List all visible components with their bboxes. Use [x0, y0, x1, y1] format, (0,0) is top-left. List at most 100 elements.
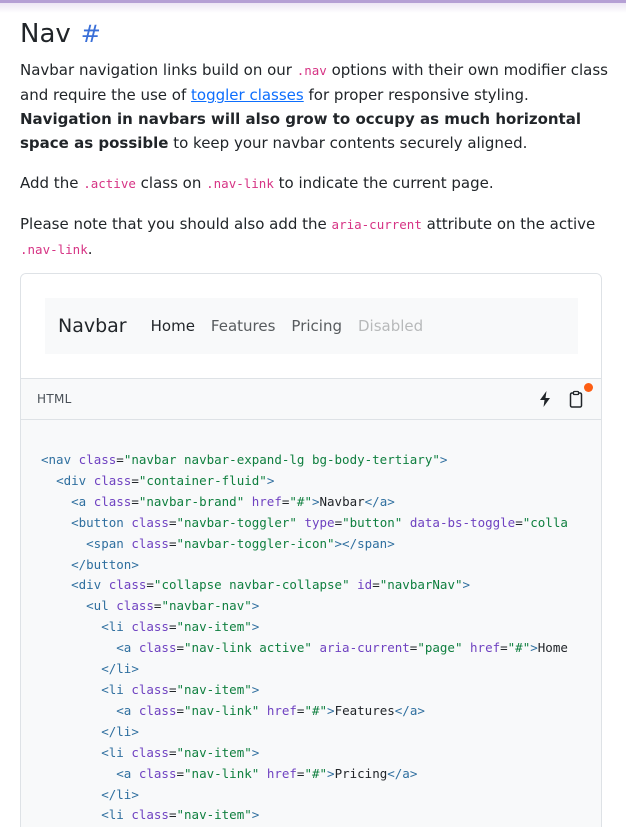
- code-token: >: [251, 619, 260, 635]
- code-token: "#": [507, 640, 531, 656]
- code-token: >: [462, 577, 471, 593]
- code-token: Pricing: [334, 765, 388, 781]
- nav-link-features[interactable]: Features: [211, 317, 276, 335]
- code-line: <a class="navbar-brand" href="#">Navbar<…: [41, 492, 601, 513]
- text-segment: to keep your navbar contents securely al…: [168, 134, 528, 152]
- clipboard-icon: [569, 390, 583, 408]
- code-token: =: [168, 807, 177, 823]
- code-token: class: [131, 535, 169, 551]
- section-heading: Nav #: [20, 16, 610, 52]
- code-token: type: [304, 514, 335, 530]
- code-token: =: [168, 681, 177, 697]
- code-token: "collapse navbar-collapse": [153, 577, 350, 593]
- code-token: <ul: [86, 598, 117, 614]
- text-segment: to indicate the current page.: [273, 174, 494, 192]
- code-line: <nav class="navbar navbar-expand-lg bg-b…: [41, 450, 601, 471]
- code-token: </li>: [101, 661, 139, 677]
- code-line: <a class="nav-link" href="#">Features</a…: [41, 701, 601, 722]
- code-token: </li>: [101, 786, 139, 802]
- code-token: Home: [537, 640, 568, 656]
- code-line: <a class="nav-link" href="#">Pricing</a>: [41, 764, 601, 785]
- code-token: class: [108, 577, 147, 593]
- code-token: =: [176, 640, 185, 656]
- code-token: =: [176, 765, 185, 781]
- code-token: "colla: [522, 514, 568, 530]
- code-token: <a: [116, 640, 139, 656]
- code-token: "nav-link": [184, 702, 260, 718]
- code-token: class: [93, 472, 132, 488]
- toggler-classes-link[interactable]: toggler classes: [191, 86, 304, 104]
- code-line: <span class="navbar-toggler-icon"></span…: [41, 534, 601, 555]
- text-segment: Add the: [20, 174, 84, 192]
- code-line: </li>: [41, 659, 601, 680]
- code-token: =: [131, 472, 139, 488]
- top-shadow: [0, 3, 626, 13]
- code-token: >: [327, 702, 335, 718]
- code-token: <a: [116, 702, 139, 718]
- text-segment: Navbar navigation links build on our: [20, 61, 297, 79]
- code-token: >: [251, 807, 260, 823]
- intro-paragraph: Navbar navigation links build on our .na…: [20, 58, 610, 155]
- code-token: href: [266, 765, 297, 781]
- nav-link-home[interactable]: Home: [151, 317, 195, 335]
- code-line: <ul class="navbar-nav">: [41, 596, 601, 617]
- code-token: "nav-item": [176, 681, 252, 697]
- inline-code: .nav: [296, 63, 327, 78]
- code-token: =: [116, 452, 124, 467]
- code-token: aria-current: [319, 640, 410, 656]
- code-block: <nav class="navbar navbar-expand-lg bg-b…: [21, 420, 601, 827]
- code-language-label: HTML: [37, 392, 72, 406]
- code-token: </li>: [101, 723, 139, 739]
- code-token: href: [251, 493, 282, 509]
- code-line: <div class="container-fluid">: [41, 471, 601, 492]
- main-content: Nav # Navbar navigation links build on o…: [20, 16, 610, 262]
- text-segment: class on: [135, 174, 207, 192]
- code-token: href: [470, 640, 501, 656]
- code-token: class: [131, 514, 169, 530]
- code-token: "nav-link active": [184, 640, 312, 656]
- code-token: class: [138, 765, 177, 781]
- code-token: class: [131, 807, 169, 823]
- code-token: =: [168, 514, 177, 530]
- copy-button[interactable]: [566, 389, 586, 409]
- example-preview: Navbar Home Features Pricing Disabled: [21, 274, 601, 379]
- code-token: "page": [417, 640, 463, 656]
- code-token: class: [131, 744, 169, 760]
- inline-code: .nav-link: [206, 176, 274, 191]
- code-token: "navbar navbar-expand-lg bg-body-tertiar…: [123, 452, 440, 467]
- code-token: >: [327, 765, 335, 781]
- inline-code: aria-current: [331, 217, 422, 232]
- nav-link-pricing[interactable]: Pricing: [291, 317, 342, 335]
- code-token: =: [168, 619, 177, 635]
- navbar-brand[interactable]: Navbar: [58, 315, 127, 337]
- code-token: =: [176, 702, 185, 718]
- code-token: class: [131, 619, 169, 635]
- edit-in-stackblitz-button[interactable]: [535, 389, 555, 409]
- code-token: Navbar: [319, 493, 365, 509]
- code-token: "navbar-nav": [161, 598, 252, 614]
- code-token: =: [372, 577, 380, 593]
- code-token: class: [93, 493, 132, 509]
- heading-anchor-link[interactable]: #: [81, 16, 101, 52]
- code-token: "#": [304, 702, 328, 718]
- text-segment: attribute on the active: [421, 215, 596, 233]
- code-token: ></span>: [334, 535, 395, 551]
- code-token: >: [251, 744, 260, 760]
